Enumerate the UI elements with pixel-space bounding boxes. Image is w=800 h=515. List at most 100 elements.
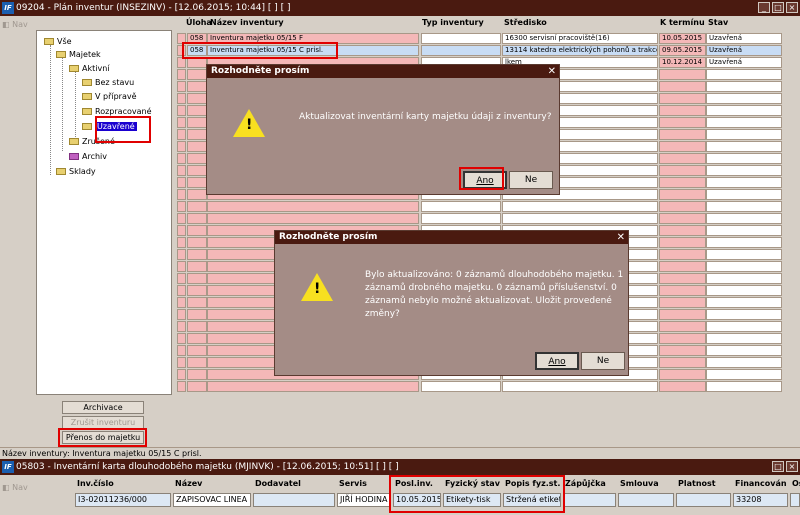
maximize-icon[interactable]: □ <box>772 2 784 13</box>
grid-cell-termin[interactable] <box>659 333 706 344</box>
grid-cell-termin[interactable] <box>659 213 706 224</box>
grid-cell-stav[interactable] <box>706 249 782 260</box>
grid-cell-termin[interactable] <box>659 117 706 128</box>
grid-cell-stav[interactable] <box>706 213 782 224</box>
grid-cell-pre[interactable] <box>177 33 186 44</box>
tree-item-bez-stavu[interactable]: Bez stavu <box>82 78 134 88</box>
grid-cell-termin[interactable] <box>659 225 706 236</box>
grid-cell-uloha[interactable] <box>187 333 207 344</box>
grid-cell-pre[interactable] <box>177 105 186 116</box>
grid-cell-pre[interactable] <box>177 57 186 68</box>
grid-cell-termin[interactable] <box>659 165 706 176</box>
grid-cell-typ[interactable] <box>421 201 501 212</box>
grid-cell-termin[interactable] <box>659 357 706 368</box>
tree-item-archiv[interactable]: Archiv <box>69 152 107 162</box>
grid-cell-uloha[interactable] <box>187 237 207 248</box>
grid-cell-uloha[interactable] <box>187 141 207 152</box>
maximize-icon[interactable]: □ <box>772 461 784 472</box>
grid-cell-stredisko[interactable]: 16300 servisní pracoviště(16) <box>502 33 658 44</box>
grid-cell-pre[interactable] <box>177 213 186 224</box>
grid-cell-uloha[interactable] <box>187 177 207 188</box>
grid-cell-stav[interactable] <box>706 369 782 380</box>
grid-cell-stav[interactable] <box>706 177 782 188</box>
grid-cell-termin[interactable] <box>659 237 706 248</box>
grid-cell-nazev[interactable] <box>207 201 419 212</box>
grid-cell-nazev[interactable] <box>207 381 419 392</box>
grid-cell-uloha[interactable] <box>187 93 207 104</box>
grid-cell-uloha[interactable] <box>187 309 207 320</box>
grid-cell-termin[interactable] <box>659 141 706 152</box>
grid-cell-uloha[interactable] <box>187 381 207 392</box>
grid-cell-uloha[interactable] <box>187 213 207 224</box>
tree-item-zrusene[interactable]: Zrušené <box>69 137 115 147</box>
grid-cell-stav[interactable] <box>706 357 782 368</box>
grid-cell-stav[interactable] <box>706 141 782 152</box>
grid-cell-stav[interactable] <box>706 69 782 80</box>
grid-cell-uloha[interactable] <box>187 285 207 296</box>
grid-cell-uloha[interactable] <box>187 165 207 176</box>
dialog2-no-button[interactable]: Ne <box>581 352 625 370</box>
grid-cell-termin[interactable] <box>659 129 706 140</box>
grid-cell-pre[interactable] <box>177 165 186 176</box>
grid-cell-pre[interactable] <box>177 369 186 380</box>
close-icon[interactable]: × <box>786 2 798 13</box>
grid-cell-uloha[interactable] <box>187 105 207 116</box>
archive-button[interactable]: Archivace <box>62 401 144 414</box>
grid-cell-pre[interactable] <box>177 261 186 272</box>
grid-cell-uloha[interactable] <box>187 153 207 164</box>
grid-cell-nazev[interactable]: Inventura majetku 05/15 F <box>207 33 419 44</box>
card-field-7[interactable] <box>563 493 616 507</box>
grid-cell-uloha[interactable] <box>187 345 207 356</box>
grid-cell-pre[interactable] <box>177 129 186 140</box>
card-field-4[interactable]: 10.05.2015 <box>393 493 441 507</box>
grid-cell-pre[interactable] <box>177 153 186 164</box>
dialog2-yes-button[interactable]: Ano <box>535 352 579 370</box>
grid-cell-pre[interactable] <box>177 141 186 152</box>
card-field-0[interactable]: I3-02011236/000 <box>75 493 171 507</box>
grid-cell-pre[interactable] <box>177 357 186 368</box>
grid-cell-stav[interactable] <box>706 105 782 116</box>
card-field-2[interactable] <box>253 493 335 507</box>
grid-cell-pre[interactable] <box>177 69 186 80</box>
grid-cell-termin[interactable] <box>659 201 706 212</box>
grid-cell-termin[interactable] <box>659 345 706 356</box>
grid-cell-pre[interactable] <box>177 249 186 260</box>
card-field-6[interactable]: Stržená etiket <box>503 493 561 507</box>
grid-cell-termin[interactable] <box>659 105 706 116</box>
grid-cell-stredisko[interactable] <box>502 381 658 392</box>
grid-cell-stav[interactable]: Uzavřená <box>706 33 782 44</box>
card-field-5[interactable]: Etikety-tisk <box>443 493 501 507</box>
card-field-10[interactable]: 33208 <box>733 493 788 507</box>
card-field-9[interactable] <box>676 493 731 507</box>
grid-cell-typ[interactable] <box>421 213 501 224</box>
grid-cell-termin[interactable] <box>659 369 706 380</box>
grid-cell-pre[interactable] <box>177 117 186 128</box>
dialog1-no-button[interactable]: Ne <box>509 171 553 189</box>
grid-cell-stav[interactable] <box>706 117 782 128</box>
grid-cell-stredisko[interactable] <box>502 213 658 224</box>
grid-cell-termin[interactable] <box>659 81 706 92</box>
card-field-3[interactable]: JIŘÍ HODINA <box>337 493 391 507</box>
grid-cell-stav[interactable] <box>706 321 782 332</box>
grid-cell-stav[interactable] <box>706 153 782 164</box>
grid-cell-uloha[interactable] <box>187 201 207 212</box>
grid-cell-termin[interactable]: 10.05.2015 <box>659 33 706 44</box>
dialog2-close-icon[interactable]: ✕ <box>617 231 625 244</box>
grid-cell-uloha[interactable] <box>187 261 207 272</box>
grid-cell-uloha[interactable] <box>187 369 207 380</box>
grid-cell-stav[interactable] <box>706 297 782 308</box>
grid-cell-stav[interactable]: Uzavřená <box>706 57 782 68</box>
grid-cell-pre[interactable] <box>177 189 186 200</box>
tree-item-majetek[interactable]: Majetek <box>56 50 101 60</box>
grid-cell-uloha[interactable] <box>187 321 207 332</box>
grid-cell-stredisko[interactable]: 13114 katedra elektrických pohonů a trak… <box>502 45 658 56</box>
grid-cell-termin[interactable] <box>659 285 706 296</box>
card-field-11[interactable] <box>790 493 800 507</box>
tree-item-vse[interactable]: Vše <box>44 37 72 47</box>
grid-cell-uloha[interactable] <box>187 357 207 368</box>
grid-cell-termin[interactable]: 10.12.2014 <box>659 57 706 68</box>
close-icon[interactable]: × <box>786 461 798 472</box>
dialog1-close-icon[interactable]: ✕ <box>548 65 556 78</box>
grid-cell-uloha[interactable] <box>187 249 207 260</box>
tree-item-aktivni[interactable]: Aktivní <box>69 64 110 74</box>
